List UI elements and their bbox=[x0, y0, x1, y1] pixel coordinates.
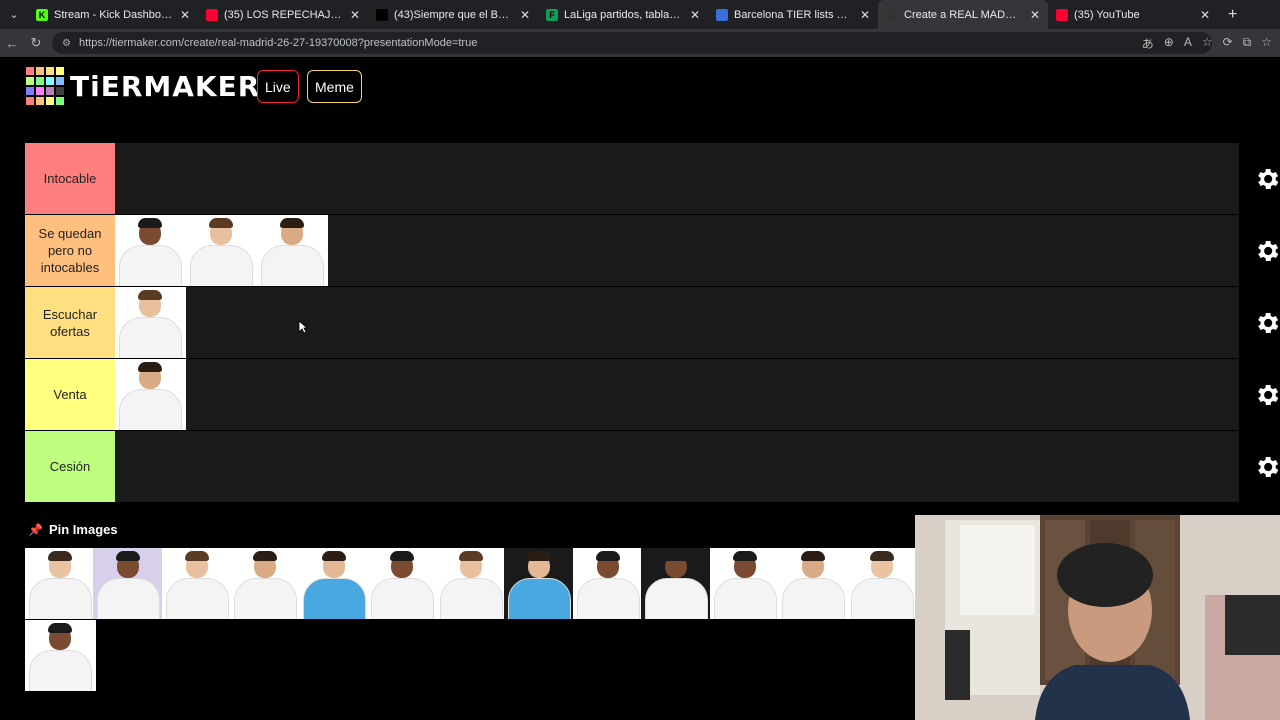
browser-tab[interactable]: Create a REAL MADRID 26/27 Tie ✕ bbox=[878, 0, 1048, 29]
tab-title: Barcelona TIER lists PLAYERS 25/2 bbox=[734, 8, 854, 21]
player-image[interactable] bbox=[367, 548, 436, 619]
tab-close-icon[interactable]: ✕ bbox=[690, 8, 700, 22]
tab-close-icon[interactable]: ✕ bbox=[1030, 8, 1040, 22]
site-info-icon[interactable]: ⚙ bbox=[62, 38, 71, 49]
browser-tab[interactable]: (35) YouTube ✕ bbox=[1048, 0, 1218, 29]
tier-row: Cesión bbox=[25, 431, 1279, 503]
tier-label[interactable]: Escuchar ofertas bbox=[25, 287, 115, 358]
tier-list: Intocable Se quedan pero no intocables Esc… bbox=[25, 143, 1279, 503]
tab-title: (35) LOS REPECHAJES MAS AGONI bbox=[224, 8, 344, 21]
tier-row: Intocable bbox=[25, 143, 1279, 215]
extensions-icon[interactable]: ⧉ bbox=[1243, 35, 1252, 52]
tab-title: (43)Siempre que el Barça y el Atle bbox=[394, 8, 514, 21]
tab-close-icon[interactable]: ✕ bbox=[1200, 8, 1210, 22]
tier-items[interactable] bbox=[115, 215, 1239, 286]
tab-favicon-icon bbox=[716, 8, 728, 21]
player-image[interactable] bbox=[572, 548, 642, 619]
webcam-overlay bbox=[915, 515, 1280, 720]
player-image[interactable] bbox=[846, 548, 916, 619]
tab-title: Create a REAL MADRID 26/27 Tie bbox=[904, 8, 1024, 21]
tab-close-icon[interactable]: ✕ bbox=[350, 8, 360, 22]
new-tab-icon[interactable]: + bbox=[1228, 6, 1237, 24]
player-image[interactable] bbox=[115, 359, 186, 430]
tier-label[interactable]: Cesión bbox=[25, 431, 115, 502]
url-field[interactable]: ⚙ https://tiermaker.com/create/real-madr… bbox=[52, 32, 1212, 54]
player-image[interactable] bbox=[641, 548, 710, 619]
tab-close-icon[interactable]: ✕ bbox=[520, 8, 530, 22]
player-image[interactable] bbox=[93, 548, 162, 619]
tier-label[interactable]: Se quedan pero no intocables bbox=[25, 215, 115, 286]
player-image[interactable] bbox=[115, 215, 186, 286]
address-bar-icons: あ ⊕ A ☆ ⟳ ⧉ ☆ bbox=[1142, 35, 1272, 52]
read-aloud-icon[interactable]: A bbox=[1184, 35, 1192, 52]
mouse-cursor-icon bbox=[298, 320, 308, 334]
logo-grid-icon bbox=[26, 67, 64, 105]
back-icon[interactable]: ← bbox=[0, 36, 24, 51]
tier-settings-gear-icon[interactable] bbox=[1253, 381, 1280, 409]
pin-icon: 📌 bbox=[28, 522, 43, 537]
tier-items[interactable] bbox=[115, 431, 1239, 502]
pool-row bbox=[25, 548, 916, 620]
tab-favicon-icon bbox=[206, 8, 218, 21]
favorite-icon[interactable]: ☆ bbox=[1202, 35, 1213, 52]
tier-row: Escuchar ofertas bbox=[25, 287, 1279, 359]
tier-settings-gear-icon[interactable] bbox=[1253, 237, 1280, 265]
player-image[interactable] bbox=[115, 287, 186, 358]
refresh-extension-icon[interactable]: ⟳ bbox=[1223, 35, 1233, 52]
url-text: https://tiermaker.com/create/real-madrid… bbox=[78, 37, 478, 49]
live-button[interactable]: Live bbox=[257, 70, 299, 103]
tab-title: (35) YouTube bbox=[1074, 8, 1140, 21]
favorites-bar-icon[interactable]: ☆ bbox=[1261, 35, 1272, 52]
reload-icon[interactable]: ↻ bbox=[24, 35, 48, 51]
player-image[interactable] bbox=[709, 548, 779, 619]
browser-tab[interactable]: F LaLiga partidos, tablas y noticias 2 ✕ bbox=[538, 0, 708, 29]
tier-row: Se quedan pero no intocables bbox=[25, 215, 1279, 287]
tab-search-icon[interactable]: ⌄ bbox=[0, 0, 28, 29]
tab-close-icon[interactable]: ✕ bbox=[180, 8, 190, 22]
player-image[interactable] bbox=[435, 548, 505, 619]
browser-tab-bar: ⌄ K Stream - Kick Dashboard ✕ (35) LOS REPE… bbox=[0, 0, 1280, 29]
player-image[interactable] bbox=[25, 620, 96, 691]
tier-items[interactable] bbox=[115, 359, 1239, 430]
address-bar: ← ↻ ⚙ https://tiermaker.com/create/real-… bbox=[0, 29, 1280, 57]
webcam-image bbox=[915, 515, 1280, 720]
tier-row: Venta bbox=[25, 359, 1279, 431]
browser-tab[interactable]: Barcelona TIER lists PLAYERS 25/2 ✕ bbox=[708, 0, 878, 29]
translate-icon[interactable]: あ bbox=[1142, 35, 1154, 52]
logo-text: TiERMAKER bbox=[70, 69, 261, 103]
browser-tab[interactable]: K Stream - Kick Dashboard ✕ bbox=[28, 0, 198, 29]
meme-button[interactable]: Meme bbox=[307, 70, 362, 103]
tab-favicon-icon bbox=[1056, 8, 1068, 21]
tier-settings-gear-icon[interactable] bbox=[1253, 165, 1280, 193]
player-image[interactable] bbox=[161, 548, 231, 619]
tier-label[interactable]: Intocable bbox=[25, 143, 115, 214]
player-image[interactable] bbox=[25, 548, 94, 619]
tab-close-icon[interactable]: ✕ bbox=[860, 8, 870, 22]
tab-title: Stream - Kick Dashboard bbox=[54, 8, 174, 21]
tier-settings-gear-icon[interactable] bbox=[1253, 453, 1280, 481]
tab-favicon-icon: K bbox=[36, 8, 48, 21]
tab-favicon-icon: F bbox=[546, 8, 558, 21]
image-pool bbox=[25, 548, 916, 692]
pool-row bbox=[25, 620, 915, 692]
browser-tab[interactable]: (35) LOS REPECHAJES MAS AGONI ✕ bbox=[198, 0, 368, 29]
zoom-icon[interactable]: ⊕ bbox=[1164, 35, 1174, 52]
tier-items[interactable] bbox=[115, 287, 1239, 358]
tier-label[interactable]: Venta bbox=[25, 359, 115, 430]
player-image[interactable] bbox=[186, 215, 257, 286]
tiermaker-logo[interactable]: TiERMAKER bbox=[26, 67, 260, 105]
player-image[interactable] bbox=[778, 548, 847, 619]
tab-favicon-icon bbox=[886, 8, 898, 21]
player-image[interactable] bbox=[257, 215, 328, 286]
pin-images-label: Pin Images bbox=[48, 522, 118, 537]
tier-items[interactable] bbox=[115, 143, 1239, 214]
player-image[interactable] bbox=[298, 548, 368, 619]
tab-title: LaLiga partidos, tablas y noticias 2 bbox=[564, 8, 684, 21]
tab-favicon-icon bbox=[376, 8, 388, 21]
player-image[interactable] bbox=[504, 548, 573, 619]
player-image[interactable] bbox=[230, 548, 299, 619]
browser-tab[interactable]: (43)Siempre que el Barça y el Atle ✕ bbox=[368, 0, 538, 29]
pin-images-header[interactable]: 📌 Pin Images bbox=[28, 522, 118, 537]
tier-settings-gear-icon[interactable] bbox=[1253, 309, 1280, 337]
